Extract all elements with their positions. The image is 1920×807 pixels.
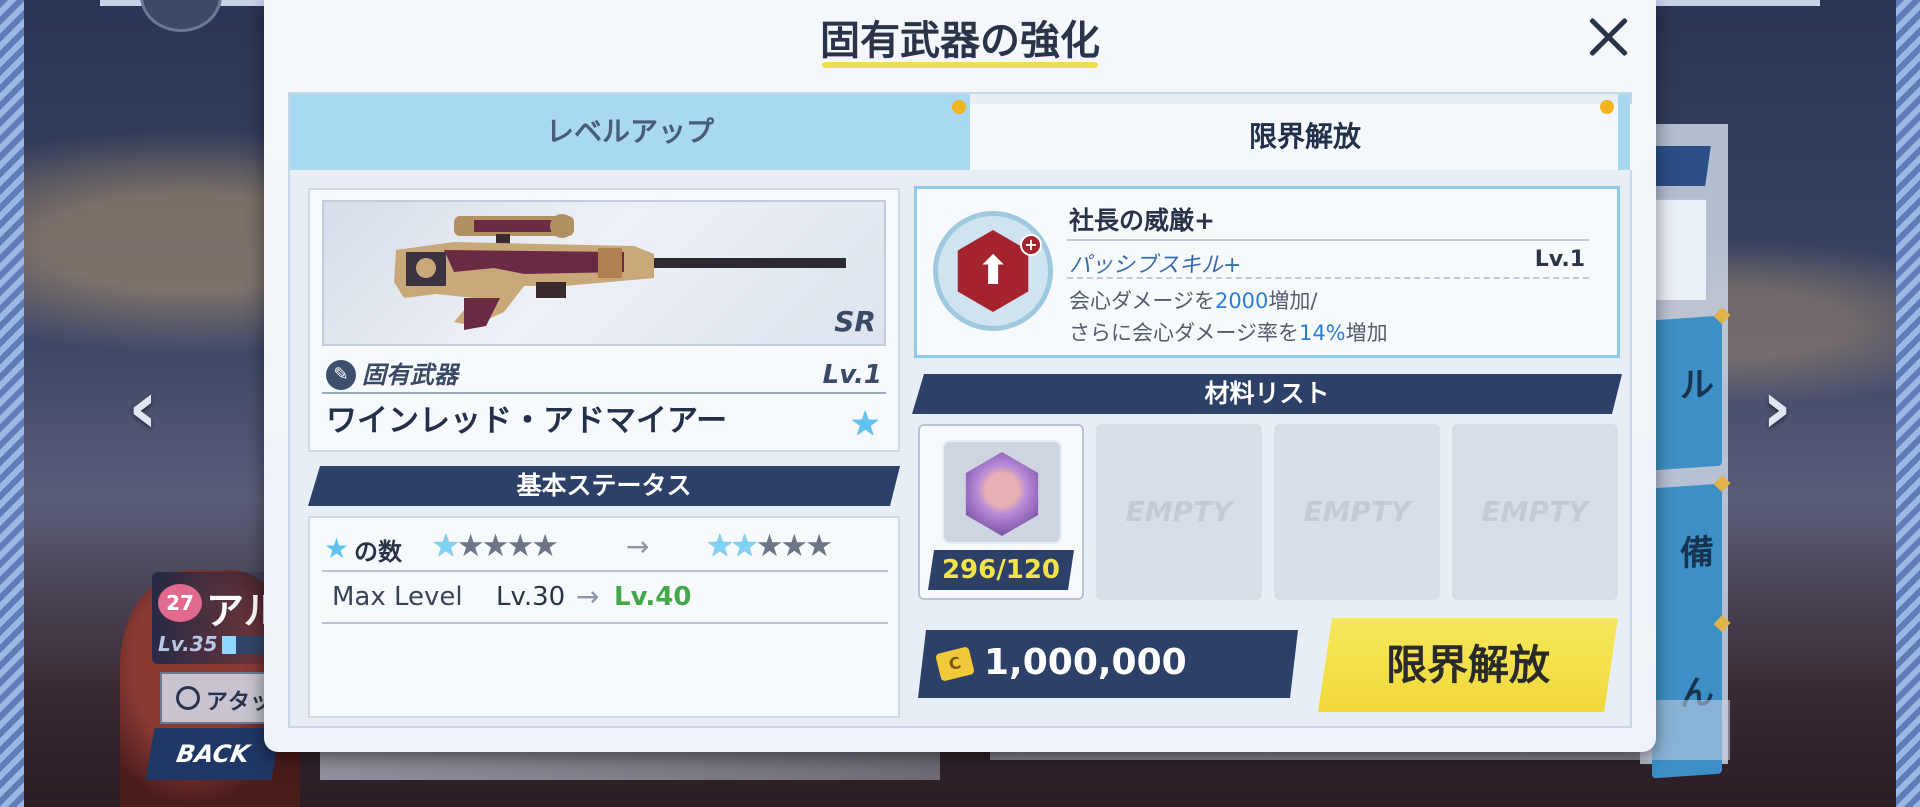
max-level-row: Max Level Lv.30 → Lv.40 — [322, 574, 888, 624]
tab-limit-break[interactable]: 限界解放 — [970, 104, 1634, 170]
cost-value: 1,000,000 — [984, 642, 1187, 683]
star-empty-icon: ★ — [755, 528, 784, 564]
background-attack-label: アタッ — [206, 690, 273, 715]
star-filled-icon: ★ — [706, 528, 734, 564]
cost-bar: C 1,000,000 — [918, 630, 1298, 698]
star-empty-icon: ★ — [456, 528, 485, 564]
material-slot[interactable]: 296/120 — [918, 424, 1084, 600]
skill-desc-line-2: さらに会心ダメージ率を14%増加 — [1069, 321, 1388, 345]
skill-type-row: パッシブスキル+ Lv.1 — [1067, 239, 1589, 279]
star-empty-icon: ★ — [531, 528, 559, 564]
material-count: 296/120 — [928, 550, 1074, 590]
star-empty-icon: ★ — [506, 528, 534, 564]
tab-level-up[interactable]: レベルアップ — [290, 94, 970, 170]
modal-content: レベルアップ 限界解放 SR ✎ 固有武器 Lv.1 ワインレッド・アドマイアー… — [288, 92, 1634, 728]
star-icon: ★ — [324, 532, 350, 565]
background-stripe-right — [1896, 0, 1920, 807]
close-icon[interactable] — [1582, 10, 1636, 64]
plus-icon: + — [1020, 234, 1042, 256]
skill-value-highlight: 14% — [1298, 321, 1346, 345]
background-right-card-text: ル — [1680, 364, 1714, 407]
tab-edge — [1618, 94, 1630, 170]
background-right-card-pale — [1652, 198, 1708, 302]
weapon-level: Lv.1 — [822, 360, 882, 390]
chevron-left-icon[interactable]: ‹ — [118, 371, 168, 443]
star-icon: ★ — [850, 404, 881, 444]
background-right-card-text: 備 — [1680, 532, 1714, 575]
skill-desc-line-1: 会心ダメージを2000増加/ — [1069, 289, 1318, 313]
rarity-label: SR — [834, 305, 876, 338]
sniper-rifle-icon — [394, 214, 846, 330]
background-character-level: Lv.35 — [158, 632, 218, 656]
background-right-header — [1649, 146, 1711, 186]
skill-box: ⬆ + 社長の威厳+ パッシブスキル+ Lv.1 会心ダメージを2000増加/ … — [914, 186, 1620, 358]
notification-dot — [1600, 100, 1614, 114]
weapon-type-label: 固有武器 — [362, 361, 458, 389]
notification-dot — [952, 100, 966, 114]
background-stripe-left — [0, 0, 24, 807]
max-level-next: Lv.40 — [614, 582, 692, 612]
limit-break-button[interactable]: 限界解放 — [1318, 618, 1618, 712]
crosshair-icon — [176, 686, 200, 710]
skill-type: パッシブスキル+ — [1069, 253, 1242, 278]
character-core-icon — [965, 452, 1039, 536]
material-slot-empty: EMPTY — [1274, 424, 1440, 600]
credit-icon: C — [935, 646, 975, 681]
material-slot-empty: EMPTY — [1096, 424, 1262, 600]
unique-weapon-icon: ✎ — [326, 360, 356, 390]
weapon-card: SR ✎ 固有武器 Lv.1 ワインレッド・アドマイアー ★ — [308, 188, 900, 452]
basic-status-box: ★ の数 ★★★★★ → ★★★★★ Max Level Lv.30 → Lv.… — [308, 516, 900, 718]
skill-description: 会心ダメージを2000増加/ さらに会心ダメージ率を14%増加 — [1069, 285, 1388, 349]
star-count-label: の数 — [354, 538, 402, 566]
material-list-header: 材料リスト — [912, 374, 1622, 414]
material-slot-empty: EMPTY — [1452, 424, 1618, 600]
star-empty-icon: ★ — [780, 528, 808, 564]
modal-title: 固有武器の強化 — [820, 18, 1100, 64]
background-right-card-2: 備 — [1652, 475, 1731, 639]
weapon-enhance-modal: 固有武器の強化 レベルアップ 限界解放 SR ✎ 固有武器 Lv.1 ワインレッ… — [264, 0, 1656, 752]
weapon-type-row: ✎ 固有武器 Lv.1 — [322, 358, 886, 394]
material-image — [942, 440, 1062, 544]
stars-current: ★★★★★ — [432, 528, 559, 564]
stars-next: ★★★★★ — [706, 528, 833, 564]
skill-pistol-icon: ⬆ + — [933, 211, 1053, 331]
star-filled-icon: ★ — [432, 528, 460, 564]
skill-level: Lv.1 — [1534, 247, 1585, 272]
skill-value-highlight: 2000 — [1214, 289, 1269, 313]
skill-name: 社長の威厳+ — [1069, 206, 1215, 235]
star-empty-icon: ★ — [481, 528, 510, 564]
basic-status-header: 基本ステータス — [308, 466, 900, 506]
arrow-right-icon: → — [576, 580, 600, 613]
max-level-label: Max Level — [332, 582, 463, 612]
background-right-card-1: ル — [1652, 307, 1731, 471]
chevron-right-icon[interactable]: › — [1752, 371, 1802, 443]
weapon-name: ワインレッド・アドマイアー — [326, 403, 728, 439]
star-count-row: ★ の数 ★★★★★ → ★★★★★ — [322, 522, 888, 572]
star-filled-icon: ★ — [730, 528, 759, 564]
heart-icon: 27 — [158, 584, 202, 622]
title-underline — [822, 62, 1098, 68]
max-level-current: Lv.30 — [496, 582, 566, 612]
background-back-label: BACK — [145, 728, 281, 780]
arrow-right-icon: → — [626, 530, 650, 563]
weapon-image: SR — [322, 200, 886, 346]
star-empty-icon: ★ — [805, 528, 833, 564]
